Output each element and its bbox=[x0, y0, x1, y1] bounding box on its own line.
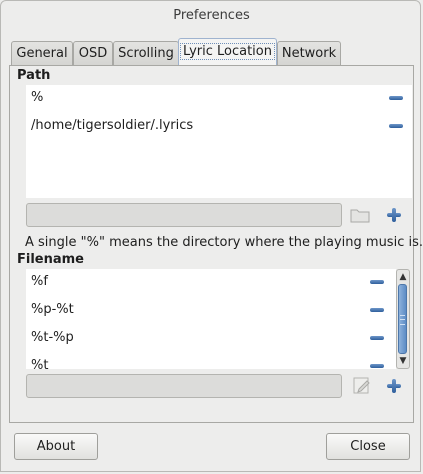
plus-icon[interactable] bbox=[386, 378, 402, 394]
lyric-location-panel: Path % /home/tigersoldier/.lyrics A sing… bbox=[9, 65, 423, 423]
path-section-label: Path bbox=[17, 68, 51, 83]
close-button[interactable]: Close bbox=[326, 433, 410, 460]
tab-lyric-location-label: Lyric Location bbox=[180, 43, 275, 60]
path-list: % /home/tigersoldier/.lyrics bbox=[26, 85, 412, 198]
filename-list-item[interactable]: %f bbox=[26, 270, 366, 294]
tab-general[interactable]: General bbox=[11, 41, 73, 65]
tab-scrolling[interactable]: Scrolling bbox=[113, 41, 179, 65]
filename-list-item[interactable]: %t-%p bbox=[26, 326, 366, 350]
minus-icon[interactable] bbox=[388, 118, 404, 134]
minus-icon[interactable] bbox=[388, 90, 404, 106]
tab-network[interactable]: Network bbox=[277, 41, 341, 65]
scrollbar-thumb[interactable] bbox=[398, 284, 407, 354]
filename-scrollbar[interactable]: ▲ ▼ bbox=[396, 269, 410, 369]
tab-scrolling-label: Scrolling bbox=[118, 46, 174, 61]
filename-list: %f %p-%t %t-%p %t bbox=[26, 269, 396, 369]
path-list-item[interactable]: % bbox=[26, 86, 386, 110]
minus-icon[interactable] bbox=[369, 330, 385, 346]
tab-osd[interactable]: OSD bbox=[73, 41, 113, 65]
tab-osd-label: OSD bbox=[78, 46, 108, 61]
window-title: Preferences bbox=[173, 8, 250, 23]
minus-icon[interactable] bbox=[369, 358, 385, 369]
tab-network-label: Network bbox=[281, 46, 337, 61]
filename-entry[interactable] bbox=[26, 374, 342, 398]
arrow-up-icon[interactable]: ▲ bbox=[397, 270, 409, 284]
path-list-item[interactable]: /home/tigersoldier/.lyrics bbox=[26, 114, 386, 138]
preferences-window: Preferences General OSD Scrolling Lyric … bbox=[0, 0, 423, 472]
folder-icon bbox=[350, 209, 370, 223]
pencil-icon bbox=[353, 377, 370, 394]
path-note: A single "%" means the directory where t… bbox=[25, 235, 423, 250]
filename-section-label: Filename bbox=[17, 252, 84, 267]
about-button[interactable]: About bbox=[14, 433, 98, 460]
arrow-down-icon[interactable]: ▼ bbox=[397, 354, 409, 368]
minus-icon[interactable] bbox=[369, 274, 385, 290]
tab-general-label: General bbox=[16, 46, 68, 61]
plus-icon[interactable] bbox=[386, 207, 402, 223]
filename-list-item[interactable]: %t bbox=[26, 354, 366, 369]
filename-list-item[interactable]: %p-%t bbox=[26, 298, 366, 322]
path-entry[interactable] bbox=[26, 203, 342, 227]
minus-icon[interactable] bbox=[369, 302, 385, 318]
tab-lyric-location[interactable]: Lyric Location bbox=[178, 38, 277, 66]
